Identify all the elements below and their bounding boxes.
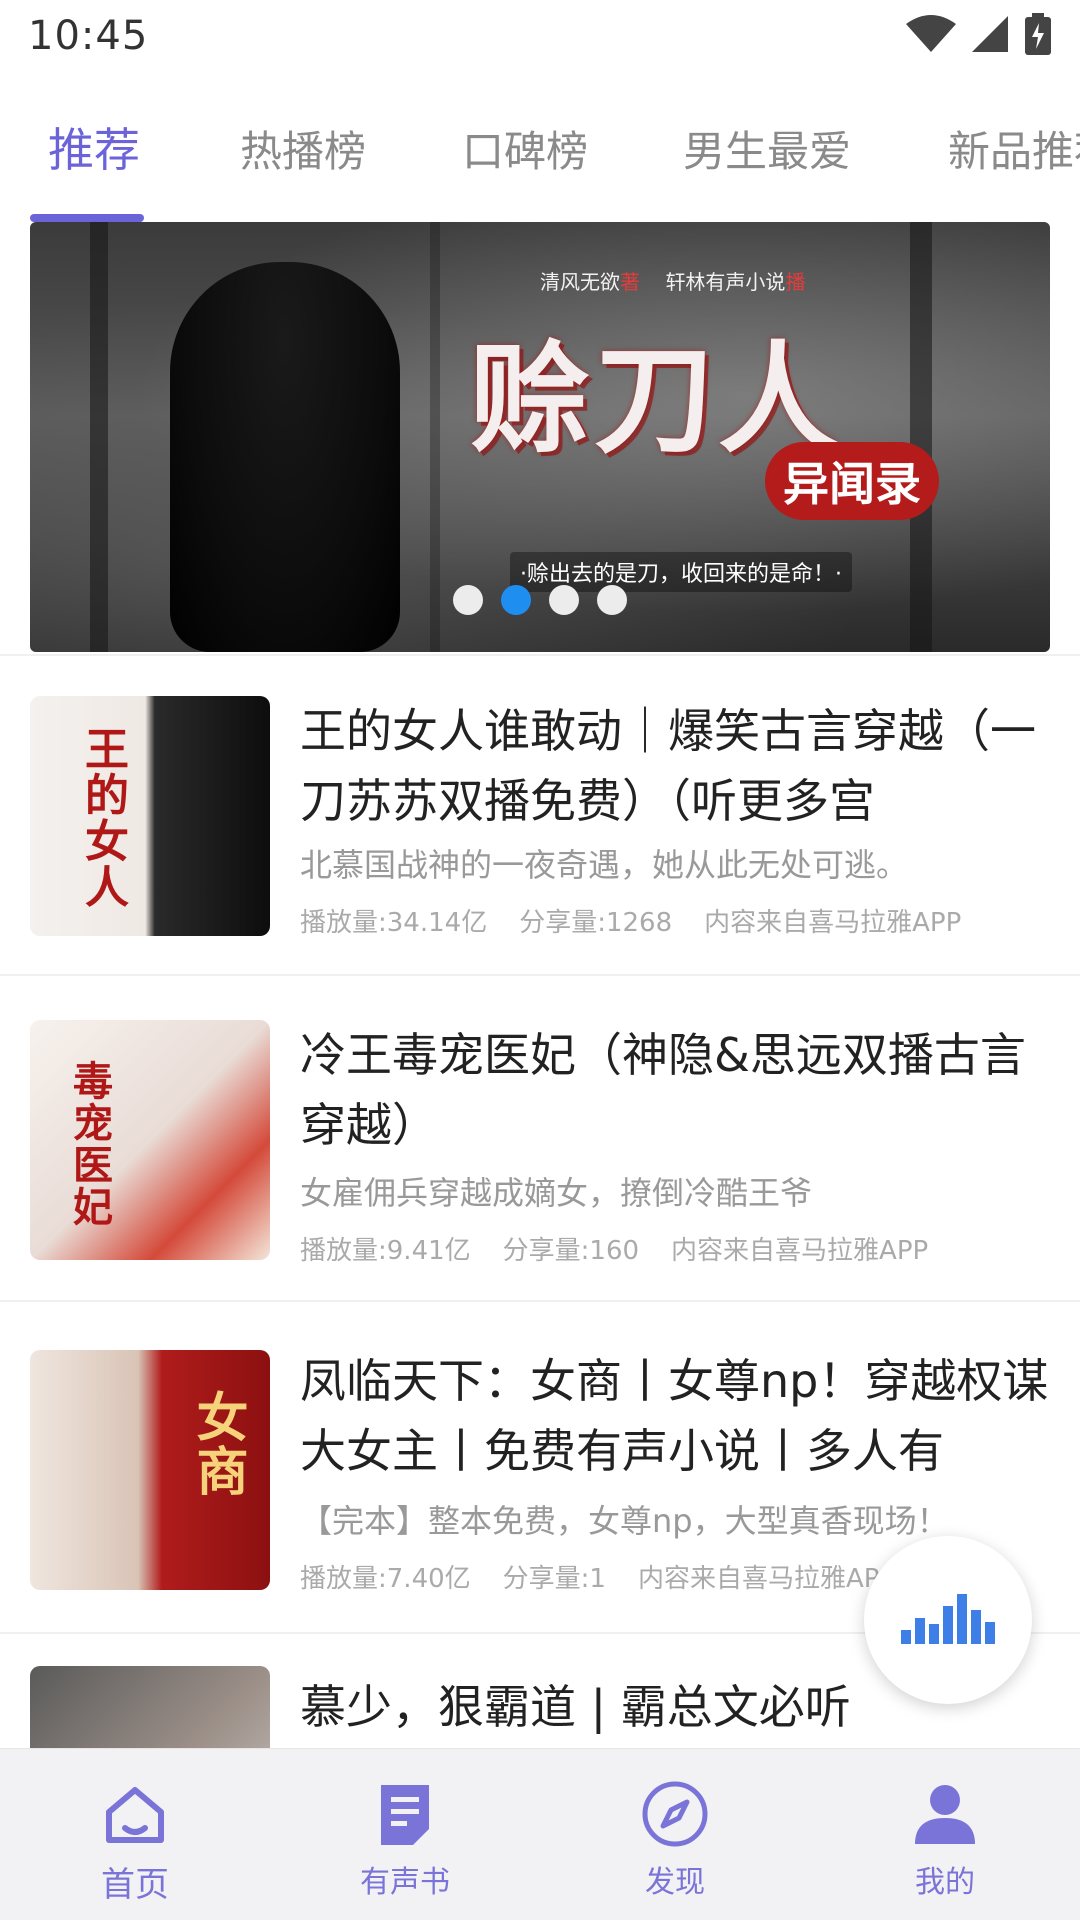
wifi-icon [906, 14, 956, 58]
source-label: 内容来自喜马拉雅APP [704, 908, 962, 938]
play-count: 播放量:7.40亿 [300, 1564, 471, 1594]
nav-audiobooks-label: 有声书 [360, 1865, 450, 1900]
banner-tree [90, 222, 108, 652]
banner-tree [430, 222, 440, 652]
nav-home-label: 首页 [101, 1865, 169, 1905]
carousel-dot[interactable] [597, 585, 627, 615]
status-time: 10:45 [28, 13, 149, 59]
book-icon [370, 1779, 440, 1849]
bottom-nav: 首页 有声书 发现 我的 [0, 1748, 1080, 1920]
nav-profile[interactable]: 我的 [810, 1749, 1080, 1920]
play-count: 播放量:9.41亿 [300, 1236, 471, 1266]
tab-recommend[interactable]: 推荐 [48, 114, 140, 180]
nav-home[interactable]: 首页 [0, 1749, 270, 1920]
profile-icon [910, 1779, 980, 1849]
banner-tree [910, 222, 932, 652]
carousel-dot-active[interactable] [501, 585, 531, 615]
book-cover[interactable]: 毒宠医妃 [30, 1020, 270, 1260]
share-count: 分享量:1268 [519, 908, 673, 938]
banner-author: 清风无欲 [540, 270, 620, 294]
signal-icon [970, 14, 1010, 58]
carousel-dot[interactable] [453, 585, 483, 615]
item-title: 冷王毒宠医妃（神隐&思远双播古言穿越） [300, 1028, 1026, 1152]
book-cover[interactable]: 王的女人 [30, 696, 270, 936]
banner-narrator: 轩林有声小说 [665, 270, 786, 294]
battery-charging-icon [1024, 13, 1052, 59]
nav-discover-label: 发现 [645, 1865, 705, 1900]
list-item[interactable]: 王的女人 王的女人谁敢动｜爆笑古言穿越（一刀苏苏双播免费）（听更多宫 北慕国战神… [0, 654, 1080, 974]
tab-indicator [30, 214, 144, 222]
nav-profile-label: 我的 [915, 1865, 975, 1900]
audio-bars-icon [901, 1592, 995, 1648]
item-meta: 播放量:9.41亿 分享量:160 内容来自喜马拉雅APP [300, 1230, 1060, 1267]
banner-credits: 清风无欲著 轩林有声小说播 [540, 266, 805, 295]
share-count: 分享量:1 [502, 1564, 606, 1594]
nav-audiobooks[interactable]: 有声书 [270, 1749, 540, 1920]
status-bar: 10:45 [0, 0, 1080, 72]
player-fab[interactable] [864, 1536, 1032, 1704]
carousel-indicator [453, 585, 627, 615]
item-title: 凤临天下：女商丨女尊np！穿越权谋大女主丨免费有声小说丨多人有 [300, 1354, 1049, 1478]
banner-hooded-figure [170, 262, 400, 652]
home-icon [100, 1779, 170, 1849]
compass-icon [640, 1779, 710, 1849]
carousel-dot[interactable] [549, 585, 579, 615]
source-label: 内容来自喜马拉雅APP [637, 1564, 896, 1594]
item-title: 王的女人谁敢动｜爆笑古言穿越（一刀苏苏双播免费）（听更多宫 [300, 704, 1036, 828]
list-item[interactable]: 毒宠医妃 冷王毒宠医妃（神隐&思远双播古言穿越） 女雇佣兵穿越成嫡女，撩倒冷酷王… [0, 974, 1080, 1300]
cover-art [30, 1666, 270, 1748]
cover-title: 毒宠医妃 [66, 1060, 113, 1228]
banner-author-role: 著 [620, 270, 640, 294]
cover-art [30, 696, 270, 936]
tab-hot[interactable]: 热播榜 [240, 118, 366, 179]
share-count: 分享量:160 [502, 1236, 640, 1266]
tab-male-favorite[interactable]: 男生最爱 [683, 118, 851, 179]
nav-discover[interactable]: 发现 [540, 1749, 810, 1920]
item-meta: 播放量:34.14亿 分享量:1268 内容来自喜马拉雅APP [300, 902, 1060, 939]
book-cover[interactable]: 女商 [30, 1350, 270, 1590]
cover-title: 王的女人 [77, 726, 128, 910]
play-count: 播放量:34.14亿 [300, 908, 488, 938]
item-description: 北慕国战神的一夜奇遇，她从此无处可逃。 [300, 846, 909, 884]
status-icons [906, 13, 1052, 59]
banner-narrator-role: 播 [785, 270, 806, 294]
source-label: 内容来自喜马拉雅APP [671, 1236, 929, 1266]
banner-subtitle: 异闻录 [765, 442, 939, 520]
tab-reputation[interactable]: 口碑榜 [462, 118, 588, 179]
cover-title: 女商 [187, 1390, 248, 1498]
category-tabs: 推荐 热播榜 口碑榜 男生最爱 新品推荐 [0, 100, 1080, 222]
banner-carousel[interactable]: 清风无欲著 轩林有声小说播 赊刀人 异闻录 ·赊出去的是刀，收回来的是命！· [30, 222, 1050, 652]
book-cover[interactable] [30, 1666, 270, 1748]
item-description: 女雇佣兵穿越成嫡女，撩倒冷酷王爷 [300, 1174, 813, 1212]
tab-new[interactable]: 新品推荐 [948, 118, 1080, 179]
